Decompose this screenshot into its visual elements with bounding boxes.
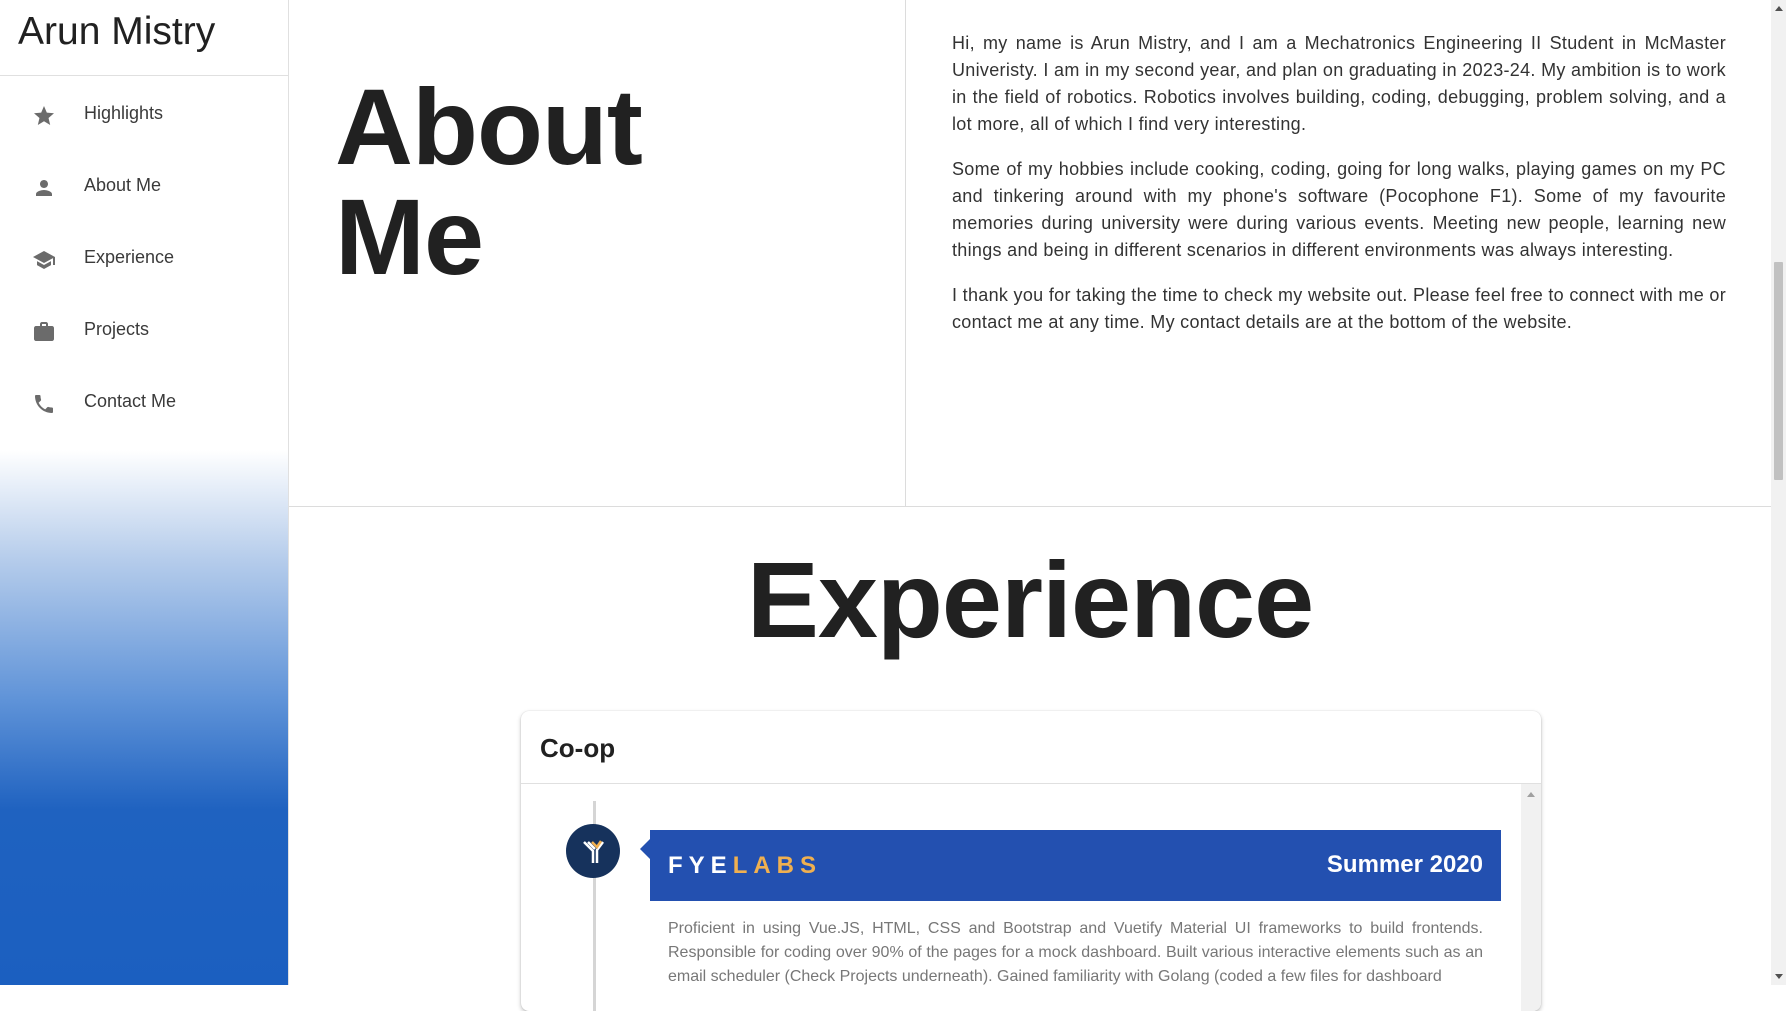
scroll-down-arrow-icon[interactable] [1775,974,1783,979]
graduation-cap-icon [32,248,56,272]
entry-header: FYELABS Summer 2020 [650,830,1501,901]
entry-date: Summer 2020 [1326,851,1483,878]
sidebar-title[interactable]: Arun Mistry [18,10,215,54]
company-name-part1: FYE [668,852,733,879]
sidebar-item-projects[interactable]: Projects [0,296,288,368]
person-icon [32,176,56,200]
entry-pointer [640,839,650,859]
briefcase-icon [32,320,56,344]
card-divider [521,783,1541,784]
scroll-up-arrow-icon[interactable] [1527,792,1535,797]
section-divider [289,506,1771,507]
star-icon [32,104,56,128]
sidebar: Arun Mistry Highlights About Me Experien… [0,0,289,985]
company-name: FYELABS [668,852,822,880]
card-title: Co-op [540,733,616,763]
sidebar-item-about-me[interactable]: About Me [0,152,288,224]
experience-entry: FYELABS Summer 2020 Proficient in using … [650,830,1501,1011]
sidebar-item-highlights[interactable]: Highlights [0,80,288,152]
phone-icon [32,392,56,416]
experience-heading: Experience [746,539,1314,660]
entry-description: Proficient in using Vue.JS, HTML, CSS an… [668,920,1483,985]
about-paragraph: Some of my hobbies include cooking, codi… [952,159,1726,260]
about-heading: About Me [335,72,643,292]
company-name-part2: LABS [732,852,823,879]
experience-card: Co-op FYELABS Summer 2020 Proficient in … [521,711,1541,1011]
sidebar-item-label: Highlights [84,103,164,123]
sidebar-item-label: About Me [84,175,162,195]
about-heading-panel: About Me [289,0,906,506]
sidebar-item-label: Experience [84,247,175,267]
sidebar-item-label: Projects [84,319,150,339]
scrollbar-thumb[interactable] [1774,262,1783,480]
scroll-up-arrow-icon[interactable] [1775,6,1783,11]
main-content: About Me Hi, my name is Arun Mistry, and … [289,0,1771,1011]
about-paragraph: I thank you for taking the time to check… [952,285,1726,332]
about-text-panel: Hi, my name is Arun Mistry, and I am a M… [952,30,1726,354]
sidebar-divider [0,75,288,76]
about-heading-line2: Me [335,176,484,297]
fyelabs-logo-icon [566,824,620,878]
about-paragraph: Hi, my name is Arun Mistry, and I am a M… [952,33,1726,134]
card-scrollbar[interactable] [1521,784,1541,1011]
sidebar-nav: Highlights About Me Experience Projects … [0,80,288,440]
sidebar-item-contact-me[interactable]: Contact Me [0,368,288,440]
page-scrollbar[interactable] [1771,0,1786,985]
about-heading-line1: About [335,66,643,187]
sidebar-item-label: Contact Me [84,391,177,411]
sidebar-item-experience[interactable]: Experience [0,224,288,296]
